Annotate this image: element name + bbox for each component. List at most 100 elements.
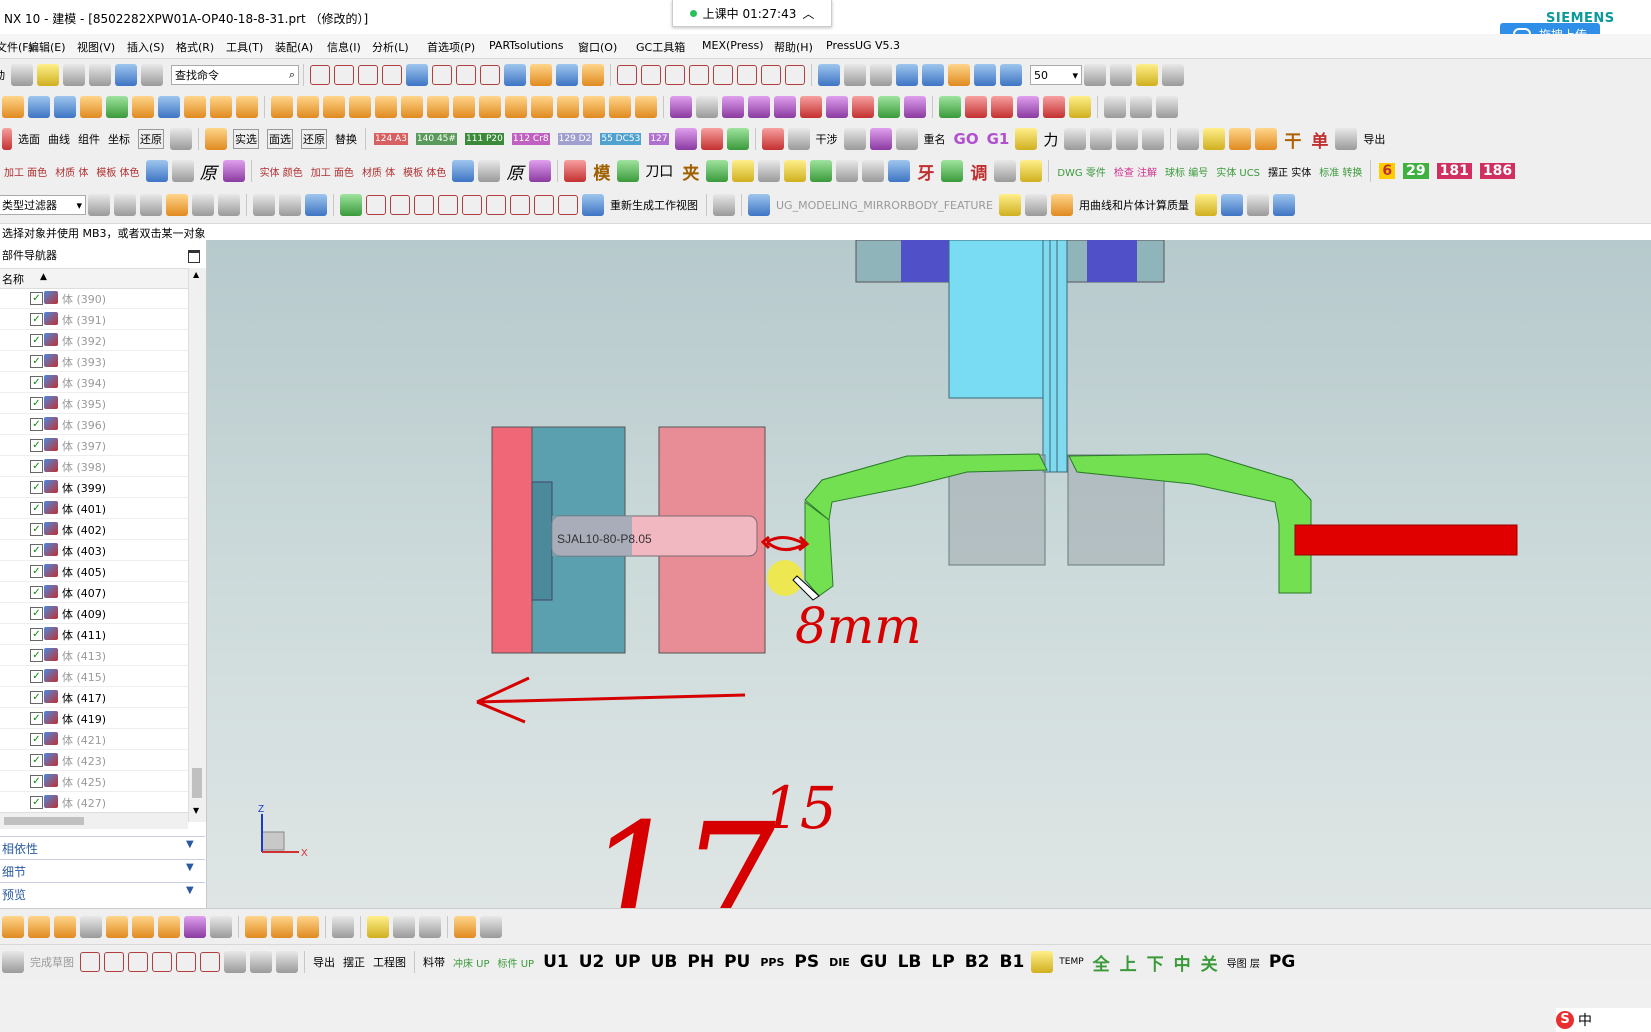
align-solid-button[interactable]: 摆正 实体 [1268, 164, 1311, 179]
material-cr8[interactable]: 112 Cr8 [511, 133, 550, 145]
code-upper[interactable]: 上 [1120, 950, 1137, 975]
screw-icon[interactable] [722, 96, 744, 118]
visibility-checkbox[interactable]: ✓ [30, 670, 43, 683]
navigator-row[interactable]: ✓ 体 (390) [0, 288, 188, 309]
bridge-curve-icon[interactable] [456, 65, 476, 85]
visibility-checkbox[interactable]: ✓ [30, 334, 43, 347]
menu-edit[interactable]: 编辑(E) [28, 39, 66, 55]
code-all[interactable]: 全 [1093, 950, 1110, 975]
lasso-icon[interactable] [218, 194, 240, 216]
visibility-checkbox[interactable]: ✓ [30, 712, 43, 725]
visibility-checkbox[interactable]: ✓ [30, 565, 43, 578]
details-section[interactable]: 细节 ▼ [0, 859, 205, 881]
sketch-point-icon[interactable] [200, 952, 220, 972]
sketch-pattern-icon[interactable] [250, 951, 272, 973]
code-gu[interactable]: GU [860, 952, 888, 972]
pattern-face-icon[interactable] [401, 96, 423, 118]
chamfer-icon[interactable] [635, 96, 657, 118]
code-pps[interactable]: PPS [760, 956, 784, 969]
template-color2-button[interactable]: 模板 体色 [403, 164, 446, 179]
cutting-edge-button[interactable]: 刀口 [645, 161, 673, 181]
synchronous-icon[interactable] [531, 96, 553, 118]
split-body-icon[interactable] [210, 96, 232, 118]
solid-filter-icon[interactable] [305, 194, 327, 216]
midpoint-icon[interactable] [390, 195, 410, 215]
visibility-checkbox[interactable]: ✓ [30, 607, 43, 620]
rectangle-select-icon[interactable] [253, 194, 275, 216]
text-icon[interactable] [334, 65, 354, 85]
scroll-thumb[interactable] [192, 768, 202, 798]
pin-icon[interactable] [748, 96, 770, 118]
blend-icon[interactable] [609, 96, 631, 118]
punch-point-icon[interactable] [941, 160, 964, 182]
assembly-icon[interactable] [2, 916, 24, 938]
body-select-icon[interactable] [205, 128, 227, 150]
visibility-checkbox[interactable]: ✓ [30, 460, 43, 473]
nitrogen-spring-icon[interactable] [939, 96, 961, 118]
trim-curve-icon[interactable] [641, 65, 661, 85]
arc-icon[interactable] [128, 952, 148, 972]
cut-face-icon[interactable] [505, 96, 527, 118]
sequence-icon[interactable] [367, 916, 389, 938]
press-up-button[interactable]: 冲床 UP [453, 955, 490, 970]
visibility-checkbox[interactable]: ✓ [30, 292, 43, 305]
measure-icon[interactable] [1229, 128, 1252, 150]
navigator-row[interactable]: ✓ 体 (398) [0, 456, 188, 477]
material-dc53[interactable]: 55 DC53 [600, 133, 642, 145]
new-file-icon[interactable] [11, 64, 33, 86]
code-up[interactable]: UP [614, 952, 640, 972]
gear-icon[interactable] [222, 160, 245, 182]
guide-icon[interactable] [774, 96, 796, 118]
new-component-icon[interactable] [54, 916, 76, 938]
feature-icon[interactable] [2, 96, 24, 118]
scroll-down-icon[interactable]: ▼ [193, 806, 199, 815]
mass-icon[interactable] [1051, 194, 1074, 216]
move-face-icon[interactable] [297, 96, 319, 118]
export-blue-icon[interactable] [1273, 194, 1296, 216]
select-component-button[interactable]: 组件 [78, 131, 100, 147]
navigator-row[interactable]: ✓ 体 (415) [0, 666, 188, 687]
fillet-curve-icon[interactable] [689, 65, 709, 85]
check-clearance-icon[interactable] [297, 916, 319, 938]
navigator-row[interactable]: ✓ 体 (425) [0, 771, 188, 792]
menu-partsolutions[interactable]: PARTsolutions [489, 39, 564, 52]
deformable-icon[interactable] [332, 916, 354, 938]
table-grid-icon[interactable] [713, 194, 735, 216]
pin-green-icon[interactable] [706, 160, 729, 182]
quick-text-icon[interactable] [1090, 128, 1113, 150]
extract-curve-icon[interactable] [406, 64, 428, 86]
regen-view-button[interactable]: 重新生成工作视图 [610, 197, 698, 213]
face-select-button[interactable]: 面选 [267, 129, 293, 149]
unite-icon[interactable] [80, 96, 102, 118]
code-middle[interactable]: 中 [1174, 950, 1191, 975]
spline-icon[interactable] [761, 65, 781, 85]
restore2-button[interactable]: 还原 [301, 129, 327, 149]
layer-export-button[interactable]: 导图 层 [1227, 955, 1260, 970]
navigator-row[interactable]: ✓ 体 (392) [0, 330, 188, 351]
delete-face-icon[interactable] [323, 96, 345, 118]
navigator-row[interactable]: ✓ 体 (423) [0, 750, 188, 771]
select-face-button[interactable]: 选面 [18, 131, 40, 147]
p-tool-icon[interactable] [1136, 64, 1158, 86]
sketch-constraint-icon[interactable] [276, 951, 298, 973]
quadrant-icon[interactable] [486, 195, 506, 215]
body-color-button[interactable]: 实体 颜色 [260, 164, 303, 179]
trim-body-icon[interactable] [184, 96, 206, 118]
material-127[interactable]: 127 [649, 133, 669, 145]
outline-icon[interactable] [1142, 128, 1165, 150]
wave-link-icon[interactable] [245, 916, 267, 938]
more-icon[interactable] [1162, 64, 1184, 86]
chevron-up-icon[interactable]: ︿ [802, 5, 814, 22]
layer-yellow-icon[interactable] [1195, 194, 1218, 216]
replace-component-icon[interactable] [132, 916, 154, 938]
height-icon[interactable] [1064, 128, 1087, 150]
material-p20[interactable]: 111 P20 [464, 133, 504, 145]
code-u2[interactable]: U2 [579, 952, 605, 972]
join-curve-icon[interactable] [480, 65, 500, 85]
ime-indicator[interactable]: S中 [1556, 1008, 1651, 1032]
menu-preferences[interactable]: 首选项(P) [427, 39, 475, 55]
lengthen-icon[interactable] [737, 65, 757, 85]
compute-mass-button[interactable]: 用曲线和片体计算质量 [1079, 197, 1189, 213]
align-bottom-button[interactable]: 摆正 [343, 954, 365, 970]
sketch-offset-icon[interactable] [224, 951, 246, 973]
